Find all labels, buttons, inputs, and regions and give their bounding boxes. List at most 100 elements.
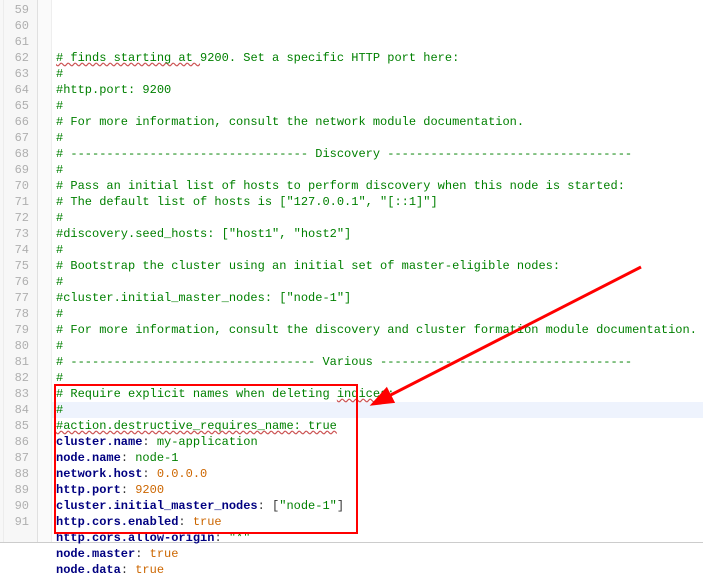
line-number: 61	[4, 34, 29, 50]
code-line[interactable]: #	[56, 370, 703, 386]
code-line[interactable]: cluster.name: my-application	[56, 434, 703, 450]
code-editor[interactable]: 5960616263646566676869707172737475767778…	[0, 0, 703, 543]
comment-text: #	[56, 371, 63, 385]
code-line[interactable]: #	[56, 274, 703, 290]
comment-text: #	[56, 211, 63, 225]
comment-text: # For more information, consult the disc…	[56, 323, 697, 337]
code-line[interactable]: #cluster.initial_master_nodes: ["node-1"…	[56, 290, 703, 306]
yaml-string: node-1	[135, 451, 178, 465]
code-text: : [	[258, 499, 280, 513]
line-number: 84	[4, 402, 29, 418]
code-line[interactable]: http.port: 9200	[56, 482, 703, 498]
yaml-bool: true	[193, 515, 222, 529]
code-line[interactable]: # Bootstrap the cluster using an initial…	[56, 258, 703, 274]
line-number: 69	[4, 162, 29, 178]
yaml-key: cluster.initial_master_nodes	[56, 499, 258, 513]
code-line[interactable]: #	[56, 338, 703, 354]
line-number: 90	[4, 498, 29, 514]
comment-text: #	[56, 99, 63, 113]
code-line[interactable]: #http.port: 9200	[56, 82, 703, 98]
line-number: 73	[4, 226, 29, 242]
code-line[interactable]: # finds starting at 9200. Set a specific…	[56, 50, 703, 66]
code-text: :	[178, 515, 192, 529]
comment-text: #	[56, 67, 63, 81]
comment-text: #action.destructive_requires_name: true	[56, 419, 337, 433]
code-line[interactable]: #	[56, 402, 703, 418]
line-number: 66	[4, 114, 29, 130]
yaml-number: 0.0.0.0	[157, 467, 207, 481]
code-line[interactable]: #	[56, 162, 703, 178]
line-number: 77	[4, 290, 29, 306]
line-number: 91	[4, 514, 29, 530]
code-line[interactable]: # For more information, consult the netw…	[56, 114, 703, 130]
comment-text: # finds starting at	[56, 51, 200, 65]
code-line[interactable]: # The default list of hosts is ["127.0.0…	[56, 194, 703, 210]
code-line[interactable]: #	[56, 98, 703, 114]
comment-text: # For more information, consult the netw…	[56, 115, 524, 129]
comment-text: #	[56, 339, 63, 353]
line-number: 68	[4, 146, 29, 162]
code-text: :	[121, 563, 135, 577]
comment-text: #	[56, 163, 63, 177]
code-line[interactable]: #	[56, 66, 703, 82]
code-line[interactable]: node.master: true	[56, 546, 703, 562]
line-number: 89	[4, 482, 29, 498]
line-number: 74	[4, 242, 29, 258]
line-number: 85	[4, 418, 29, 434]
comment-text: . Set a specific HTTP port here:	[229, 51, 459, 65]
line-number: 60	[4, 18, 29, 34]
code-text: :	[142, 435, 156, 449]
code-line[interactable]: #discovery.seed_hosts: ["host1", "host2"…	[56, 226, 703, 242]
code-line[interactable]: #	[56, 306, 703, 322]
code-line[interactable]: #action.destructive_requires_name: true	[56, 418, 703, 434]
code-line[interactable]: #	[56, 242, 703, 258]
code-line[interactable]: # For more information, consult the disc…	[56, 322, 703, 338]
line-number: 83	[4, 386, 29, 402]
yaml-key: http.cors.enabled	[56, 515, 178, 529]
comment-text: :	[387, 387, 394, 401]
code-line[interactable]: http.cors.enabled: true	[56, 514, 703, 530]
code-line[interactable]: network.host: 0.0.0.0	[56, 466, 703, 482]
code-text: :	[121, 483, 135, 497]
code-line[interactable]: node.data: true	[56, 562, 703, 578]
yaml-string: "node-1"	[279, 499, 337, 513]
line-number: 65	[4, 98, 29, 114]
line-number: 76	[4, 274, 29, 290]
code-line[interactable]: # ---------------------------------- Var…	[56, 354, 703, 370]
comment-text: indices	[337, 387, 387, 401]
code-line[interactable]: cluster.initial_master_nodes: ["node-1"]	[56, 498, 703, 514]
line-number: 82	[4, 370, 29, 386]
yaml-key: node.data	[56, 563, 121, 577]
yaml-key: node.master	[56, 547, 135, 561]
line-number: 88	[4, 466, 29, 482]
gutter: 5960616263646566676869707172737475767778…	[4, 0, 38, 543]
line-number: 70	[4, 178, 29, 194]
comment-text: #discovery.seed_hosts: ["host1", "host2"…	[56, 227, 351, 241]
line-number: 75	[4, 258, 29, 274]
line-number: 59	[4, 2, 29, 18]
code-line[interactable]: # Pass an initial list of hosts to perfo…	[56, 178, 703, 194]
code-text: :	[135, 547, 149, 561]
yaml-string: my-application	[157, 435, 258, 449]
comment-text: # The default list of hosts is ["127.0.0…	[56, 195, 438, 209]
comment-text: # Require explicit names when deleting	[56, 387, 337, 401]
line-number: 80	[4, 338, 29, 354]
comment-text: #	[56, 403, 63, 417]
line-number: 67	[4, 130, 29, 146]
yaml-key: network.host	[56, 467, 142, 481]
yaml-bool: true	[135, 563, 164, 577]
line-number: 87	[4, 450, 29, 466]
line-number: 72	[4, 210, 29, 226]
yaml-key: node.name	[56, 451, 121, 465]
code-line[interactable]: #	[56, 130, 703, 146]
code-line[interactable]: # --------------------------------- Disc…	[56, 146, 703, 162]
comment-text: #	[56, 131, 63, 145]
code-area[interactable]: # finds starting at 9200. Set a specific…	[52, 0, 703, 543]
code-line[interactable]: node.name: node-1	[56, 450, 703, 466]
code-line[interactable]: # Require explicit names when deleting i…	[56, 386, 703, 402]
code-line[interactable]: http.cors.allow-origin: "*"	[56, 530, 703, 546]
code-line[interactable]: #	[56, 210, 703, 226]
comment-text: #http.port: 9200	[56, 83, 171, 97]
comment-text: #	[56, 275, 63, 289]
comment-text: #cluster.initial_master_nodes: ["node-1"…	[56, 291, 351, 305]
